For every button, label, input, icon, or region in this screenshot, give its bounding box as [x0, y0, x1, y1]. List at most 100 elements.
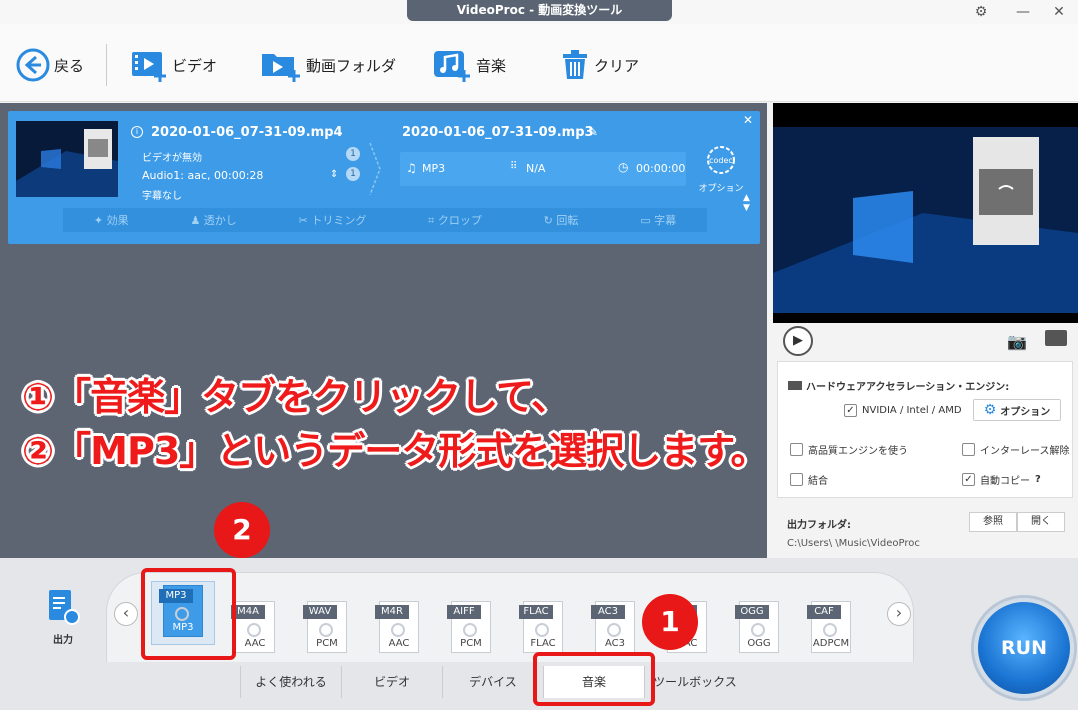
annotation-highlight-mp3 [141, 568, 236, 660]
video-folder-label: 動画フォルダ [306, 56, 397, 75]
autocopy-checkbox[interactable]: ✓ [962, 473, 975, 486]
format-item-m4a[interactable]: M4A AAC [231, 601, 281, 671]
watermark-button[interactable]: ♟ 透かし [190, 212, 236, 228]
preview-controls: ▶ 📷 [773, 323, 1078, 359]
output-side-label: 出力 [53, 635, 73, 646]
hw-accel-title: ハードウェアアクセラレーション・エンジン: [788, 378, 1009, 393]
deinterlace-checkbox[interactable] [962, 443, 975, 456]
crop-button[interactable]: ⌗ クロップ [428, 212, 482, 228]
effect-button[interactable]: ✦ 効果 [94, 212, 129, 228]
disc-icon [823, 623, 837, 637]
hq-engine-checkbox[interactable] [790, 443, 803, 456]
card-close-icon[interactable]: ✕ [743, 113, 753, 127]
folder-video-icon [262, 54, 300, 82]
output-format: MP3 [422, 162, 446, 175]
play-button[interactable]: ▶ [783, 326, 813, 356]
gear-icon[interactable]: ⚙ [970, 2, 992, 22]
deinterlace-label: インターレース解除 [980, 446, 1070, 457]
subtitle-state[interactable]: 字幕なし [142, 187, 182, 202]
disc-icon [607, 623, 621, 637]
format-item-aiff[interactable]: AIFF PCM [447, 601, 497, 671]
tab-popular[interactable]: よく使われる [240, 666, 341, 698]
trim-button[interactable]: ✂ トリミング [299, 212, 367, 228]
output-folder-section: 出力フォルダ: 参照 開く C:\Users\ \Music\VideoProc [777, 504, 1073, 554]
title-bar: VideoProc - 動画変換ツール ⚙ — ✕ [0, 0, 1078, 24]
chevron-right-icon[interactable]: › [887, 602, 911, 626]
chevron-left-icon[interactable]: ‹ [114, 602, 138, 626]
format-item-wav[interactable]: WAV PCM [303, 601, 353, 671]
format-item-caf[interactable]: CAF ADPCM [807, 601, 857, 671]
pencil-icon[interactable]: ✎ [588, 125, 598, 139]
folder-icon[interactable] [1045, 330, 1067, 346]
autocopy-label: 自動コピー [980, 476, 1030, 487]
video-thumbnail[interactable] [16, 121, 118, 197]
settings-panel: ハードウェアアクセラレーション・エンジン: ✓ NVIDIA / Intel /… [777, 361, 1073, 498]
tab-device[interactable]: デバイス [442, 666, 543, 698]
audio-track-stepper-icon[interactable]: ⇕ [330, 169, 338, 180]
close-button[interactable]: ✕ [1048, 2, 1070, 22]
run-button[interactable]: RUN [974, 598, 1074, 698]
format-item-ogg[interactable]: OGG OGG [735, 601, 785, 671]
rotate-button[interactable]: ↻ 回転 [544, 212, 579, 228]
reorder-arrows-icon[interactable]: ▲ ▼ [743, 193, 750, 213]
help-icon[interactable]: ? [1035, 474, 1041, 485]
output-info-box: ♫ MP3 ⠿ N/A ◷ 00:00:00 [400, 152, 686, 186]
hw-vendor-checkbox[interactable]: ✓ [844, 404, 857, 417]
video-track-count: 1 [346, 147, 360, 161]
merge-checkbox[interactable] [790, 473, 803, 486]
format-tag: FLAC [519, 605, 553, 619]
output-file-name[interactable]: 2020-01-06_07-31-09.mp3 [402, 125, 594, 140]
format-tag: CAF [807, 605, 841, 619]
input-file-name: 2020-01-06_07-31-09.mp4 [151, 125, 343, 140]
subtitle-button[interactable]: ▭ 字幕 [640, 212, 676, 228]
disc-icon [535, 623, 549, 637]
tab-toolbox[interactable]: ツールボックス [644, 666, 745, 698]
clear-button[interactable]: クリア [560, 48, 639, 82]
output-profile-button[interactable]: 出力 [38, 588, 88, 646]
video-label: ビデオ [172, 56, 218, 75]
add-music-button[interactable]: 音楽 [432, 48, 506, 82]
clock-icon: ◷ [618, 160, 629, 174]
autocopy-check[interactable]: ✓ 自動コピー ? [962, 472, 1041, 487]
gear-blue-icon: ⚙ [983, 402, 997, 418]
resolution-icon: ⠿ [510, 161, 518, 172]
back-button[interactable]: 戻る [16, 48, 84, 82]
preview-window [773, 103, 1078, 323]
merge-check[interactable]: 結合 [790, 472, 828, 487]
camera-icon[interactable]: 📷 [1007, 332, 1027, 351]
format-codec: FLAC [530, 638, 556, 649]
hq-engine-label: 高品質エンジンを使う [808, 446, 908, 457]
open-button[interactable]: 開く [1017, 512, 1065, 532]
format-codec: AC3 [604, 638, 625, 649]
format-tag: AIFF [447, 605, 481, 619]
music-label: 音楽 [476, 56, 507, 75]
audio-track[interactable]: Audio1: aac, 00:00:28 [142, 169, 263, 182]
tab-video[interactable]: ビデオ [341, 666, 442, 698]
video-state: ビデオが無効 [142, 153, 202, 164]
note-icon: ♫ [406, 161, 417, 175]
preview-frame [773, 103, 1078, 323]
hq-engine-check[interactable]: 高品質エンジンを使う [790, 442, 908, 457]
output-doc-icon [49, 590, 80, 625]
file-item[interactable]: i 2020-01-06_07-31-09.mp4 ビデオが無効 Audio1:… [8, 111, 760, 244]
add-video-folder-button[interactable]: 動画フォルダ [260, 48, 396, 82]
hw-vendor-check[interactable]: ✓ NVIDIA / Intel / AMD [844, 404, 962, 417]
format-codec: AAC [244, 638, 266, 649]
format-codec: OGG [747, 638, 771, 649]
hw-option-button[interactable]: ⚙ オプション [973, 399, 1061, 421]
audio-track-count: 1 [346, 167, 360, 181]
format-codec: PCM [460, 638, 482, 649]
conversion-arrow-icon [369, 142, 381, 196]
disc-icon [391, 623, 405, 637]
codec-option-button[interactable]: codec オプション [698, 143, 744, 194]
minimize-button[interactable]: — [1012, 2, 1034, 22]
chip-icon [788, 381, 802, 390]
edit-toolbar: ✦ 効果 ♟ 透かし ✂ トリミング ⌗ クロップ ↻ 回転 ▭ 字幕 [63, 208, 707, 232]
format-item-m4r[interactable]: M4R AAC [375, 601, 425, 671]
browse-button[interactable]: 参照 [969, 512, 1017, 532]
add-video-button[interactable]: ビデオ [130, 48, 217, 82]
option-label: オプション [698, 184, 744, 194]
add-music-icon [434, 51, 470, 82]
deinterlace-check[interactable]: インターレース解除 [962, 442, 1070, 457]
info-icon: i [131, 126, 143, 138]
